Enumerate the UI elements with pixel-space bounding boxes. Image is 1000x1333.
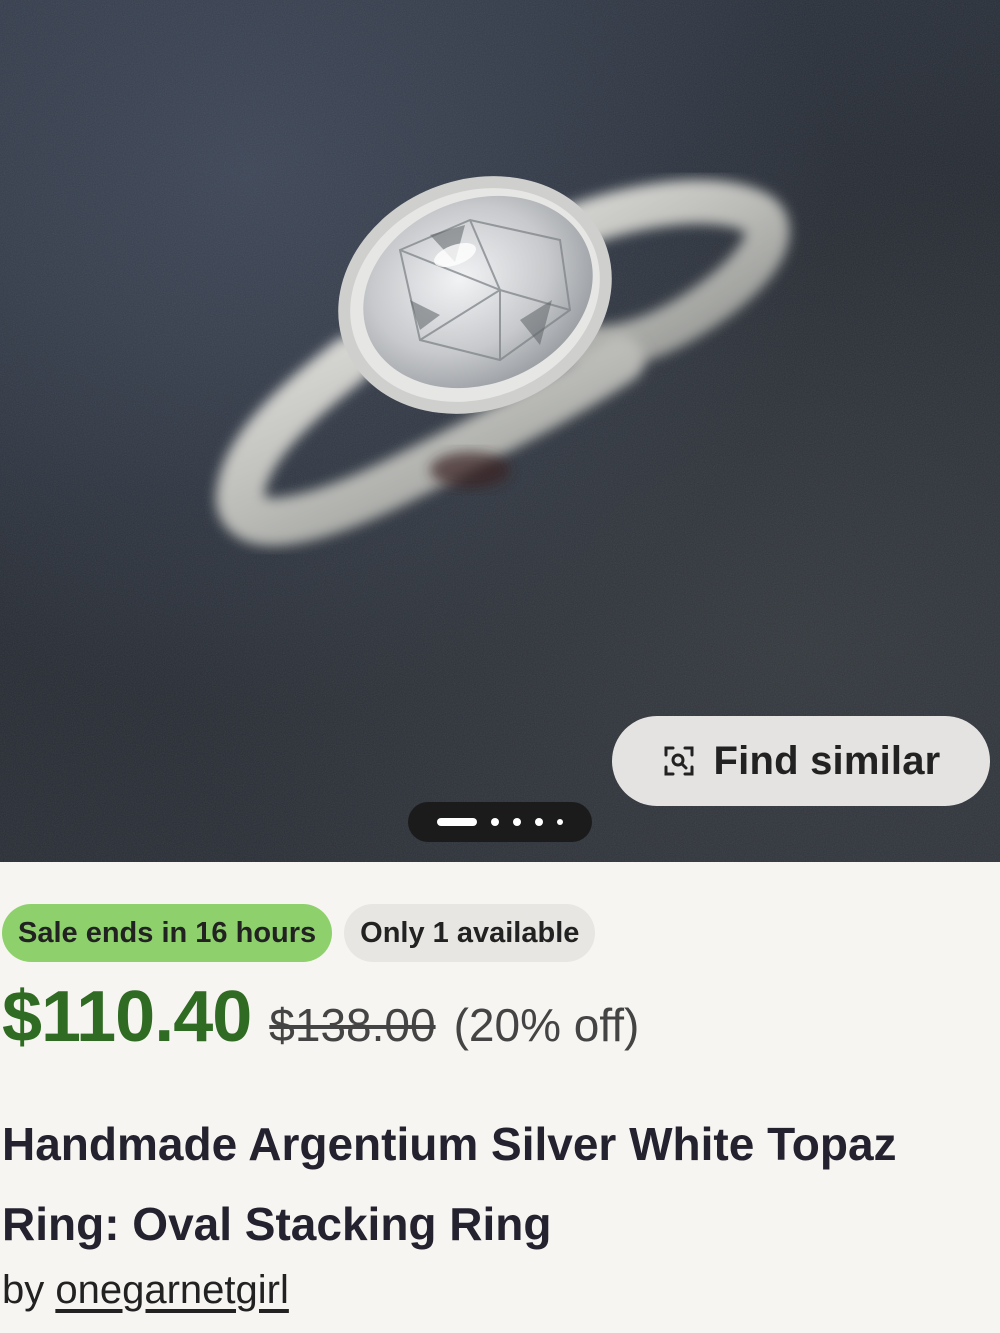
find-similar-button[interactable]: Find similar [612,716,990,806]
listing-title-line-1: Handmade Argentium Silver White Topaz [2,1118,897,1170]
listing-title-line-2: Ring: Oval Stacking Ring [2,1198,552,1250]
carousel-page-dot [513,818,521,826]
listing-title: Handmade Argentium Silver White Topaz Ri… [2,1104,992,1264]
original-price: $138.00 [269,999,436,1051]
discount-label: (20% off) [453,999,640,1051]
price-row: $110.40 $138.00 (20% off) [2,976,639,1058]
carousel-page-dot [491,818,499,826]
carousel-page-dot [557,819,563,825]
carousel-page-active [437,818,477,826]
shop-name-link[interactable]: onegarnetgirl [55,1268,289,1312]
find-similar-label: Find similar [713,738,941,783]
availability-badge: Only 1 available [344,904,596,962]
seller-byline: by onegarnetgirl [2,1268,289,1313]
image-carousel-indicator[interactable] [408,802,592,842]
visual-search-icon [664,746,694,776]
carousel-page-dot [535,818,543,826]
by-label: by [2,1268,45,1312]
current-price: $110.40 [2,977,252,1057]
product-image[interactable]: Find similar [0,0,1000,862]
sale-ends-badge: Sale ends in 16 hours [2,904,333,962]
listing-badges: Sale ends in 16 hours Only 1 available [2,904,596,962]
